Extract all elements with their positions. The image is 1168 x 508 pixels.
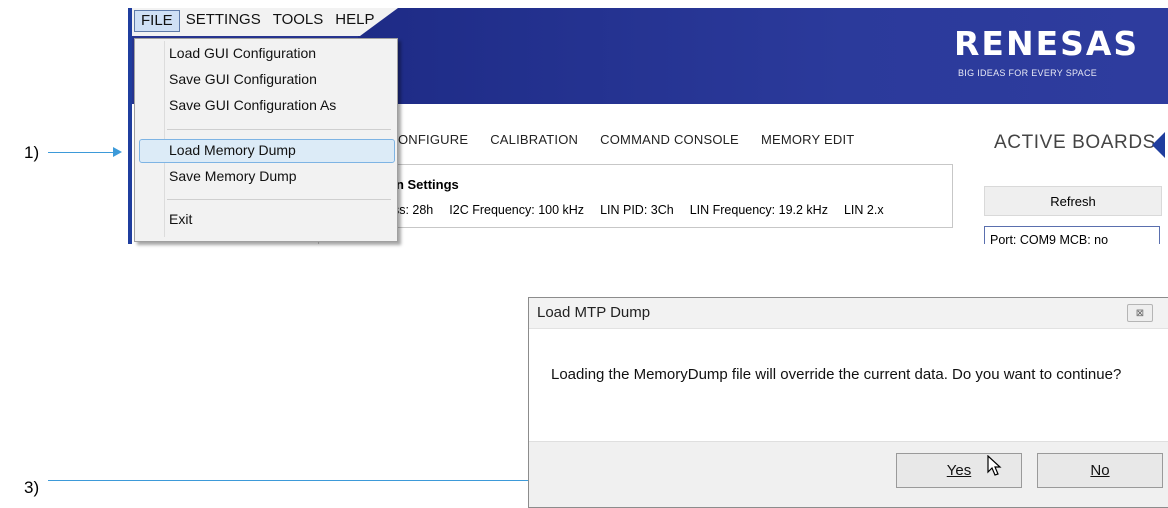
menu-bar: FILE SETTINGS TOOLS HELP — [134, 10, 380, 32]
yes-button[interactable]: Yes — [896, 453, 1022, 488]
menu-item-save-memory-dump[interactable]: Save Memory Dump — [169, 168, 297, 184]
i2c-frequency-value: I2C Frequency: 100 kHz — [449, 203, 585, 217]
dialog-title-bar: Load MTP Dump ⊠ — [529, 298, 1168, 329]
menu-item-load-memory-dump[interactable]: Load Memory Dump — [169, 142, 296, 158]
close-icon[interactable]: ⊠ — [1127, 304, 1153, 322]
lin-version-value: LIN 2.x — [843, 203, 884, 217]
menu-separator — [167, 129, 391, 130]
connection-settings-panel: on Settings ess: 28h I2C Frequency: 100 … — [373, 164, 953, 228]
main-tabs: ONFIGURE CALIBRATION COMMAND CONSOLE MEM… — [398, 132, 854, 147]
tab-command-console[interactable]: COMMAND CONSOLE — [600, 132, 739, 147]
tab-calibration[interactable]: CALIBRATION — [490, 132, 578, 147]
step-1-arrow — [48, 152, 114, 153]
renesas-logo: RENESAS — [954, 24, 1140, 63]
menu-item-load-gui-configuration[interactable]: Load GUI Configuration — [169, 45, 316, 61]
step-3-label: 3) — [24, 478, 40, 497]
yes-button-label: Yes — [946, 462, 972, 479]
no-button[interactable]: No — [1037, 453, 1163, 488]
collapse-arrow-icon[interactable] — [1152, 132, 1165, 158]
renesas-tagline: BIG IDEAS FOR EVERY SPACE — [958, 68, 1098, 78]
lin-pid-value: LIN PID: 3Ch — [600, 203, 674, 217]
dialog-title: Load MTP Dump — [537, 304, 651, 321]
lin-frequency-value: LIN Frequency: 19.2 kHz — [689, 203, 828, 217]
load-mtp-dump-dialog: Load MTP Dump ⊠ Loading the MemoryDump f… — [528, 297, 1168, 508]
dialog-message: Loading the MemoryDump file will overrid… — [551, 366, 1122, 383]
step-1-arrowhead — [113, 147, 122, 157]
refresh-button[interactable]: Refresh — [984, 186, 1162, 216]
tab-memory-edit[interactable]: MEMORY EDIT — [761, 132, 854, 147]
menu-item-save-gui-configuration[interactable]: Save GUI Configuration — [169, 71, 317, 87]
file-menu-dropdown: Load GUI Configuration Save GUI Configur… — [134, 38, 398, 242]
menu-item-save-gui-configuration-as[interactable]: Save GUI Configuration As — [169, 97, 336, 113]
connection-settings-title: on Settings — [388, 177, 459, 192]
mouse-cursor-icon — [987, 455, 1002, 476]
no-button-label: No — [1090, 462, 1110, 479]
active-boards-title: ACTIVE BOARDS — [994, 132, 1156, 153]
step-1-label: 1) — [24, 143, 40, 162]
connection-settings-values: ess: 28h I2C Frequency: 100 kHz LIN PID:… — [386, 203, 884, 217]
menu-file[interactable]: FILE — [134, 10, 180, 32]
menu-separator — [167, 199, 391, 200]
menu-tools[interactable]: TOOLS — [267, 10, 330, 32]
board-list-item[interactable]: Port: COM9 MCB: no — [984, 226, 1160, 244]
menu-settings[interactable]: SETTINGS — [180, 10, 267, 32]
app-left-edge — [128, 8, 132, 244]
menu-help[interactable]: HELP — [329, 10, 380, 32]
menu-item-exit[interactable]: Exit — [169, 211, 192, 227]
tab-configure[interactable]: ONFIGURE — [398, 132, 468, 147]
